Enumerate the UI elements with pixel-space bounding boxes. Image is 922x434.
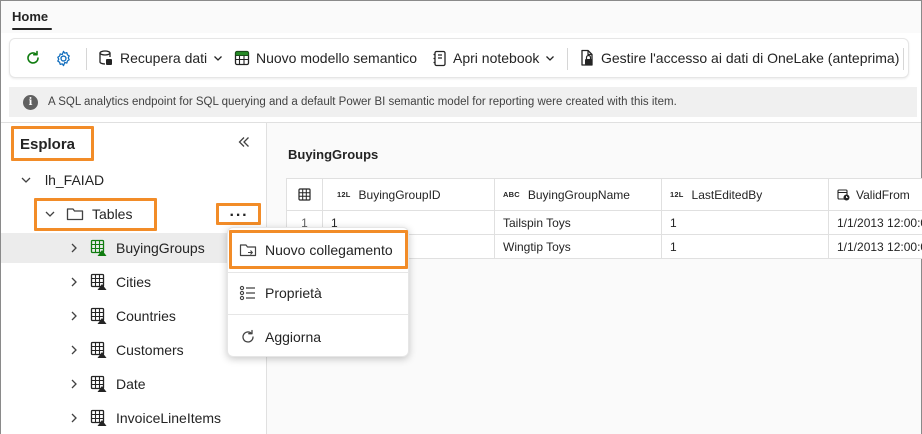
- menu-item-label: Aggiorna: [265, 329, 322, 345]
- delta-table-icon: [90, 239, 107, 256]
- tree-item-table[interactable]: Date: [1, 369, 267, 399]
- table-label: Countries: [116, 308, 176, 324]
- table-label: Cities: [116, 274, 152, 290]
- chevron-right-icon: [71, 311, 77, 321]
- delta-table-icon: [90, 341, 107, 358]
- notebook-icon: [433, 50, 446, 66]
- get-data-button[interactable]: Recupera dati: [98, 39, 223, 77]
- database-icon: [99, 50, 112, 65]
- settings-button[interactable]: [54, 39, 73, 77]
- calendar-clock-icon: [837, 189, 850, 201]
- refresh-icon: [27, 50, 39, 64]
- chevron-right-icon: [71, 413, 77, 423]
- toolbar-separator: [903, 48, 904, 70]
- chevron-right-icon: [71, 277, 77, 287]
- menu-separator: [228, 272, 408, 273]
- menu-item-label: Proprietà: [265, 285, 322, 301]
- column-header[interactable]: ABC BuyingGroupName: [495, 179, 662, 211]
- chevron-right-icon: [71, 379, 77, 389]
- chevron-down-icon: [214, 56, 223, 61]
- lakehouse-label: lh_FAIAD: [45, 172, 105, 188]
- delta-table-icon: [90, 375, 107, 392]
- manage-onelake-access-label: Gestire l'accesso ai dati di OneLake (an…: [601, 50, 900, 66]
- toolbar-separator: [567, 48, 568, 70]
- info-icon: i: [23, 94, 38, 110]
- table-label: InvoiceLineItems: [116, 410, 222, 426]
- table-label: BuyingGroups: [116, 240, 205, 256]
- refresh-button[interactable]: [24, 39, 42, 77]
- column-name: LastEditedBy: [691, 187, 763, 202]
- new-shortcut-highlight: [229, 230, 408, 269]
- column-type-tag: ABC: [503, 190, 520, 199]
- collapse-panel-icon[interactable]: [237, 135, 251, 149]
- table-label: Customers: [116, 342, 184, 358]
- chevron-down-icon: [546, 56, 555, 61]
- select-all-cell[interactable]: [287, 179, 323, 211]
- delta-table-icon: [90, 273, 107, 290]
- column-type-tag: 12L: [670, 190, 684, 199]
- new-semantic-model-button[interactable]: Nuovo modello semantico: [234, 39, 417, 77]
- properties-list-icon: [239, 285, 255, 301]
- tab-home[interactable]: Home: [12, 9, 48, 24]
- delta-table-icon: [90, 409, 107, 426]
- info-banner: i A SQL analytics endpoint for SQL query…: [9, 87, 917, 117]
- explorer-title-highlight: [11, 126, 94, 161]
- chevron-down-icon: [21, 177, 31, 183]
- document-lock-icon: [581, 49, 593, 66]
- tables-folder-highlight: [34, 198, 157, 231]
- info-banner-text: A SQL analytics endpoint for SQL queryin…: [48, 96, 677, 108]
- more-options-highlight: [216, 203, 261, 225]
- table-preview-title: BuyingGroups: [288, 147, 379, 162]
- cell-buyinggroupname: Tailspin Toys: [495, 211, 662, 235]
- refresh-icon: [242, 329, 254, 343]
- menu-item-refresh[interactable]: Aggiorna: [228, 319, 408, 355]
- table-grid-icon: [234, 50, 250, 66]
- ribbon-tab-bar: Home: [1, 1, 921, 33]
- tree-item-table[interactable]: InvoiceLineItems: [1, 403, 267, 433]
- column-name: ValidFrom: [856, 187, 910, 202]
- gear-icon: [57, 50, 70, 66]
- table-label: Date: [116, 376, 146, 392]
- cell-validfrom: 1/1/2013 12:00:0: [829, 235, 922, 259]
- cell-buyinggroupname: Wingtip Toys: [495, 235, 662, 259]
- tree-item-lakehouse[interactable]: lh_FAIAD: [1, 165, 267, 195]
- cell-validfrom: 1/1/2013 12:00:0: [829, 211, 922, 235]
- open-notebook-button[interactable]: Apri notebook: [433, 39, 555, 77]
- cell-lasteditedby: 1: [662, 235, 829, 259]
- tab-home-underline: [12, 28, 52, 30]
- context-menu: Nuovo collegamento Proprietà Aggiorna: [227, 227, 409, 357]
- chevron-right-icon: [71, 243, 77, 253]
- delta-table-icon: [90, 307, 107, 324]
- chevron-right-icon: [71, 345, 77, 355]
- get-data-label: Recupera dati: [120, 50, 208, 66]
- toolbar-separator: [86, 48, 87, 70]
- cell-lasteditedby: 1: [662, 211, 829, 235]
- column-type-tag: 12L: [337, 190, 351, 199]
- menu-separator: [228, 314, 408, 315]
- menu-item-properties[interactable]: Proprietà: [228, 275, 408, 311]
- column-header[interactable]: 12L BuyingGroupID: [323, 179, 495, 211]
- column-header[interactable]: 12L LastEditedBy: [662, 179, 829, 211]
- column-name: BuyingGroupName: [527, 187, 630, 202]
- column-header[interactable]: ValidFrom: [829, 179, 922, 211]
- table-grid-icon: [298, 188, 311, 201]
- grid-header-row: 12L BuyingGroupID ABC BuyingGroupName 12…: [287, 179, 922, 211]
- new-semantic-model-label: Nuovo modello semantico: [256, 50, 418, 66]
- manage-onelake-access-button[interactable]: Gestire l'accesso ai dati di OneLake (an…: [579, 39, 899, 77]
- column-name: BuyingGroupID: [358, 187, 441, 202]
- open-notebook-label: Apri notebook: [453, 50, 540, 66]
- toolbar: Recupera dati Nuovo modello semantico Ap…: [9, 38, 909, 78]
